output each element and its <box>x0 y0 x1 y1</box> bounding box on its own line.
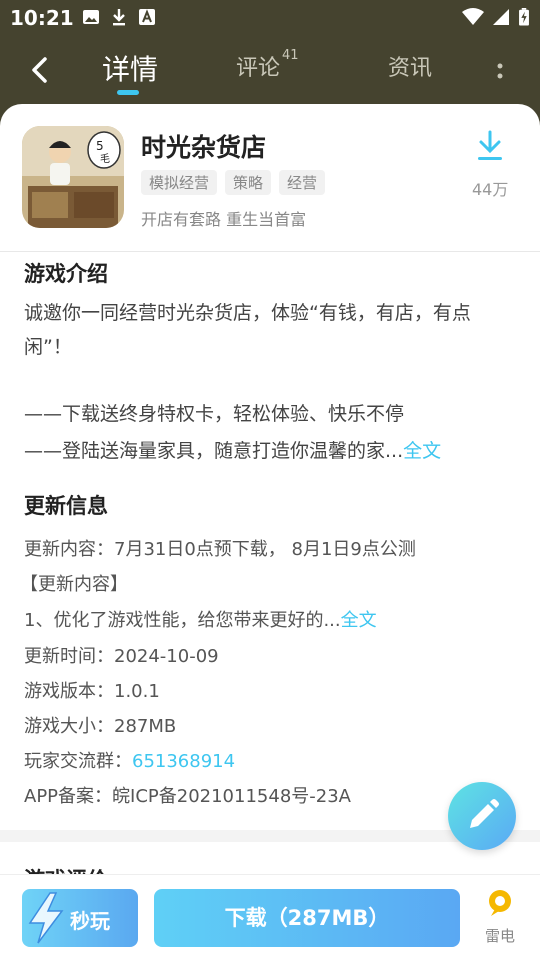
battery-icon <box>519 8 529 26</box>
leidian-button[interactable]: 雷电 <box>480 889 520 946</box>
status-time: 10:21 <box>10 6 74 30</box>
top-nav: 详情 评论41 资讯 <box>0 40 540 100</box>
player-group-label: 玩家交流群： <box>24 751 132 772</box>
pencil-icon <box>470 799 499 828</box>
quick-play-label: 秒玩 <box>70 909 110 933</box>
intro-paragraph: 诚邀你一同经营时光杂货店，体验“有钱，有店，有点闲”！ <box>24 302 471 358</box>
lightning-icon <box>28 892 64 944</box>
download-status-icon <box>113 9 125 26</box>
svg-text:毛: 毛 <box>100 153 110 165</box>
bottom-action-bar: 秒玩 下载（287MB） 雷电 <box>0 874 540 960</box>
write-review-button[interactable] <box>448 782 516 850</box>
quick-play-button[interactable]: 秒玩 <box>22 889 138 947</box>
wifi-icon <box>462 8 484 25</box>
app-slogan: 开店有套路 重生当首富 <box>141 210 307 229</box>
update-time-label: 更新时间： <box>24 646 114 667</box>
intro-line-2: ——登陆送海量家具，随意打造你温馨的家...全文 <box>24 434 504 468</box>
game-size-label: 游戏大小： <box>24 716 114 737</box>
intro-title: 游戏介绍 <box>24 262 108 286</box>
tab-reviews[interactable]: 评论41 <box>236 47 299 82</box>
status-bar: 10:21 <box>0 0 540 36</box>
font-icon <box>139 9 155 25</box>
intro-more-link[interactable]: 全文 <box>403 440 441 462</box>
game-version: 游戏版本：1.0.1 <box>24 677 160 703</box>
tag[interactable]: 策略 <box>225 170 272 195</box>
player-group-link[interactable]: 651368914 <box>132 751 235 772</box>
update-time: 更新时间：2024-10-09 <box>24 642 219 668</box>
tab-details[interactable]: 详情 <box>102 48 158 88</box>
update-item: 1、优化了游戏性能，给您带来更好的...全文 <box>24 606 377 632</box>
image-icon <box>83 10 99 24</box>
tag[interactable]: 模拟经营 <box>141 170 218 195</box>
review-count: 41 <box>282 47 299 63</box>
app-icon[interactable]: 5 毛 <box>22 126 124 228</box>
update-item-text: 1、优化了游戏性能，给您带来更好的... <box>24 610 341 631</box>
tab-reviews-label: 评论 <box>236 56 281 81</box>
notification-icons <box>82 8 156 26</box>
more-icon[interactable] <box>492 58 508 88</box>
player-group: 玩家交流群：651368914 <box>24 747 235 773</box>
app-icon-art: 5 毛 <box>22 126 124 228</box>
leidian-icon <box>489 890 511 916</box>
app-title: 时光杂货店 <box>141 133 267 162</box>
system-icons <box>462 8 530 26</box>
signal-icon <box>493 9 509 25</box>
leidian-label: 雷电 <box>484 927 515 945</box>
intro-line-2-text: ——登陆送海量家具，随意打造你温馨的家... <box>24 440 404 462</box>
app-tags: 模拟经营 策略 经营 <box>141 170 326 195</box>
tab-news[interactable]: 资讯 <box>388 50 432 82</box>
game-size-value: 287MB <box>114 716 177 737</box>
tag[interactable]: 经营 <box>279 170 326 195</box>
icp-record: APP备案：皖ICP备2021011548号-23A <box>24 786 351 807</box>
icon-price-label: 5 <box>96 139 104 153</box>
update-content: 更新内容：7月31日0点预下载， 8月1日9点公测 <box>24 539 416 560</box>
download-icon[interactable] <box>475 130 505 162</box>
app-info-card: 5 毛 时光杂货店 模拟经营 策略 经营 开店有套路 重生当首富 44万 <box>0 104 540 252</box>
update-time-value: 2024-10-09 <box>114 646 219 667</box>
game-size: 游戏大小：287MB <box>24 712 176 738</box>
intro-line-1: ——下载送终身特权卡，轻松体验、快乐不停 <box>24 403 405 425</box>
update-more-link[interactable]: 全文 <box>341 610 377 631</box>
update-title: 更新信息 <box>24 494 108 518</box>
update-bracket: 【更新内容】 <box>20 574 128 595</box>
download-count: 44万 <box>472 180 509 199</box>
tab-indicator <box>117 90 139 95</box>
game-version-label: 游戏版本： <box>24 681 114 702</box>
game-version-value: 1.0.1 <box>114 681 160 702</box>
back-icon[interactable] <box>22 52 58 88</box>
download-button[interactable]: 下载（287MB） <box>154 889 460 947</box>
